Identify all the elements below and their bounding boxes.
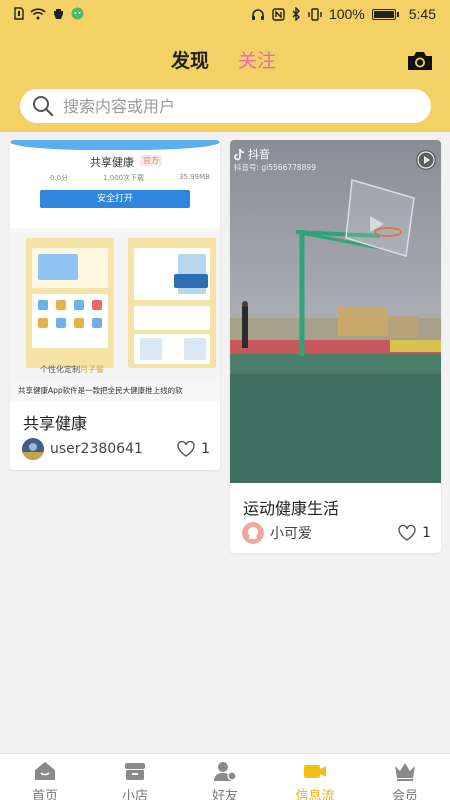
notification-icon (52, 7, 65, 20)
video-icon (304, 765, 326, 778)
basketball-court-image (230, 140, 441, 483)
app-description: 共享健康App软件是一款把全民大健康推上线的软 (18, 386, 183, 395)
clock: 5:45 (408, 6, 436, 22)
nav-item-feed[interactable]: 信息流 (270, 754, 360, 800)
app-screenshot (128, 238, 216, 368)
tiktok-account-id: 抖音号: gi5566778899 (234, 163, 316, 172)
username[interactable]: 小可爱 (270, 523, 398, 543)
like-count: 1 (201, 441, 210, 457)
heart-icon (177, 441, 195, 457)
bluetooth-icon (292, 7, 301, 21)
nav-label: 好友 (211, 789, 238, 800)
nav-item-shop[interactable]: 小店 (90, 754, 180, 800)
post-thumbnail[interactable]: 共享健康 官方 0.0分 1,000次下载 35.99MB 安全打开 个性化定制… (10, 140, 220, 402)
camera-icon[interactable] (406, 50, 434, 72)
wechat-icon (71, 7, 84, 20)
nav-label: 小店 (121, 789, 148, 800)
nav-item-home[interactable]: 首页 (0, 754, 90, 800)
header: 发现 关注 (0, 30, 450, 132)
video-thumbnail[interactable]: 抖音 抖音号: gi5566778899 (230, 140, 441, 483)
avatar[interactable] (22, 438, 44, 460)
feed: 共享健康 官方 0.0分 1,000次下载 35.99MB 安全打开 个性化定制… (0, 132, 450, 753)
avatar[interactable] (242, 522, 264, 544)
app-info-header: 共享健康 官方 0.0分 1,000次下载 35.99MB 安全打开 (10, 140, 220, 228)
tiktok-watermark: 抖音 (234, 146, 270, 162)
post-title[interactable]: 共享健康 (23, 410, 87, 434)
status-bar: 100% 5:45 (0, 0, 450, 30)
sim-icon (14, 7, 24, 20)
post-meta: user2380641 1 (22, 438, 210, 460)
post-card[interactable]: 抖音 抖音号: gi5566778899 运动健康生活 小可爱 1 (230, 140, 441, 553)
like-button[interactable]: 1 (398, 525, 431, 541)
tab-discover[interactable]: 发现 (171, 46, 209, 73)
bottom-nav: 首页 小店 好友 信息流 会员 (0, 753, 450, 800)
nav-item-friends[interactable]: 好友 (180, 754, 270, 800)
post-meta: 小可爱 1 (242, 522, 431, 544)
app-screenshot (26, 238, 114, 368)
like-button[interactable]: 1 (177, 441, 210, 457)
search-input[interactable] (63, 91, 431, 121)
screenshot-caption: 个性化定制月子餐 (40, 365, 104, 374)
vibrate-icon (308, 7, 322, 21)
app-screenshots (10, 232, 220, 382)
crown-icon (395, 763, 415, 781)
like-count: 1 (422, 525, 431, 541)
heart-icon (398, 525, 416, 541)
search-icon (32, 95, 54, 117)
app-size: 35.99MB (179, 173, 210, 181)
nav-label: 会员 (391, 789, 418, 800)
username[interactable]: user2380641 (50, 441, 177, 457)
nav-label: 信息流 (295, 789, 335, 800)
headset-icon (251, 8, 265, 21)
app-name: 共享健康 (90, 156, 134, 169)
app-downloads: 1,000次下载 (103, 174, 145, 182)
tab-follow[interactable]: 关注 (238, 46, 276, 73)
nav-label: 首页 (31, 789, 58, 800)
tiktok-icon (234, 148, 245, 160)
tiktok-label: 抖音 (248, 148, 270, 161)
feed-tabs: 发现 关注 (0, 46, 450, 92)
search-bar[interactable] (20, 89, 431, 123)
nfc-icon (272, 7, 285, 21)
home-icon (35, 762, 55, 780)
open-app-button: 安全打开 (40, 190, 190, 208)
shop-icon (125, 763, 145, 780)
friends-icon (214, 762, 237, 781)
nav-item-vip[interactable]: 会员 (360, 754, 450, 800)
play-icon[interactable] (416, 150, 436, 170)
app-tag: 官方 (140, 155, 162, 166)
wifi-icon (30, 7, 46, 20)
battery-icon (371, 8, 399, 20)
app-stats: 0.0分 1,000次下载 35.99MB (50, 173, 210, 183)
battery-percent: 100% (328, 6, 365, 22)
app-rating: 0.0分 (50, 174, 69, 182)
post-card[interactable]: 共享健康 官方 0.0分 1,000次下载 35.99MB 安全打开 个性化定制… (10, 140, 220, 470)
post-title[interactable]: 运动健康生活 (243, 495, 339, 519)
